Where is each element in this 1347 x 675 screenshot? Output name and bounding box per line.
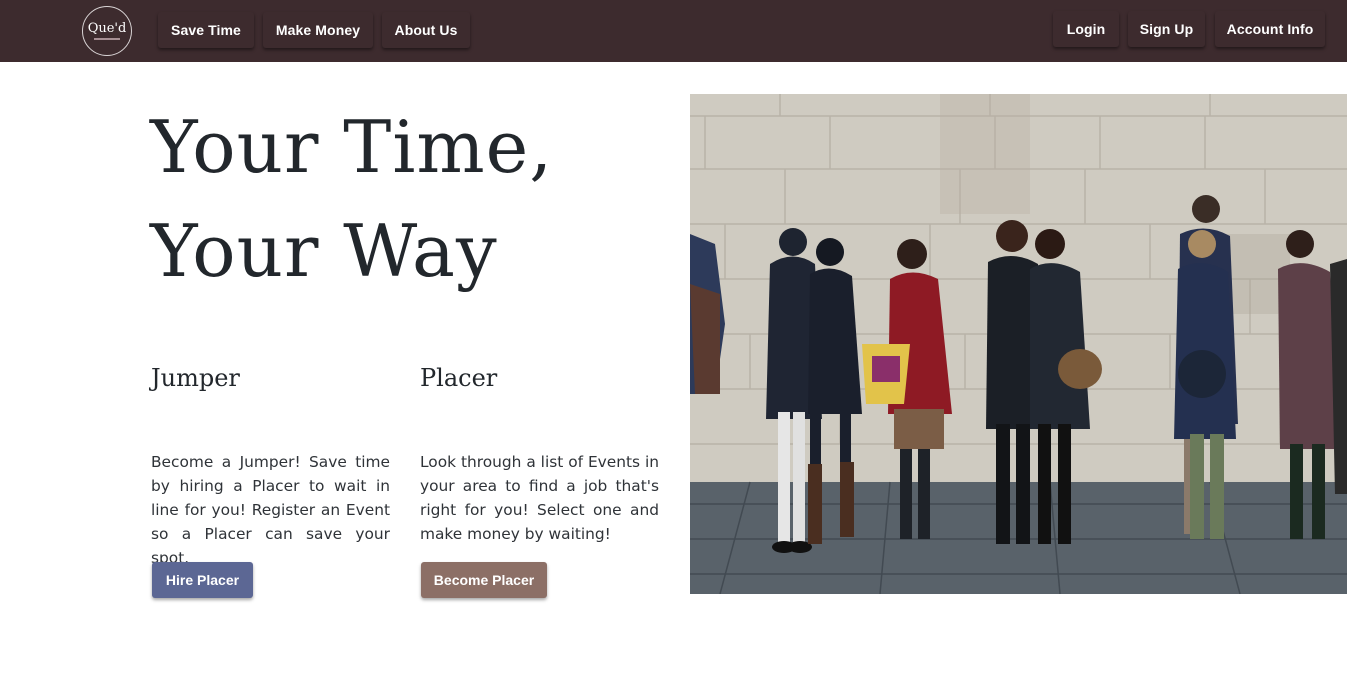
nav-sign-up[interactable]: Sign Up [1128, 11, 1205, 47]
queue-illustration [690, 94, 1347, 594]
nav-make-money[interactable]: Make Money [263, 12, 373, 48]
hero-title: Your Time, Your Way [150, 95, 670, 303]
placer-heading: Placer [420, 364, 498, 392]
hire-placer-button[interactable]: Hire Placer [152, 562, 253, 598]
become-placer-button[interactable]: Become Placer [421, 562, 547, 598]
jumper-heading: Jumper [151, 364, 240, 392]
hero-photo-people-in-line [690, 94, 1347, 594]
logo-underline [94, 38, 120, 40]
nav-login[interactable]: Login [1053, 11, 1119, 47]
hero-title-line-1: Your Time, [150, 105, 554, 189]
nav-about-us[interactable]: About Us [382, 12, 470, 48]
jumper-description: Become a Jumper! Save time by hiring a P… [151, 453, 390, 567]
hero-title-line-2: Your Way [150, 209, 498, 293]
nav-account-info[interactable]: Account Info [1215, 11, 1325, 47]
brand-logo[interactable]: Que'd [82, 6, 132, 56]
top-navbar: Que'd Save Time Make Money About Us Logi… [0, 0, 1347, 62]
logo-text: Que'd [87, 21, 127, 36]
placer-description: Look through a list of Events in your ar… [420, 453, 659, 543]
nav-save-time[interactable]: Save Time [158, 12, 254, 48]
